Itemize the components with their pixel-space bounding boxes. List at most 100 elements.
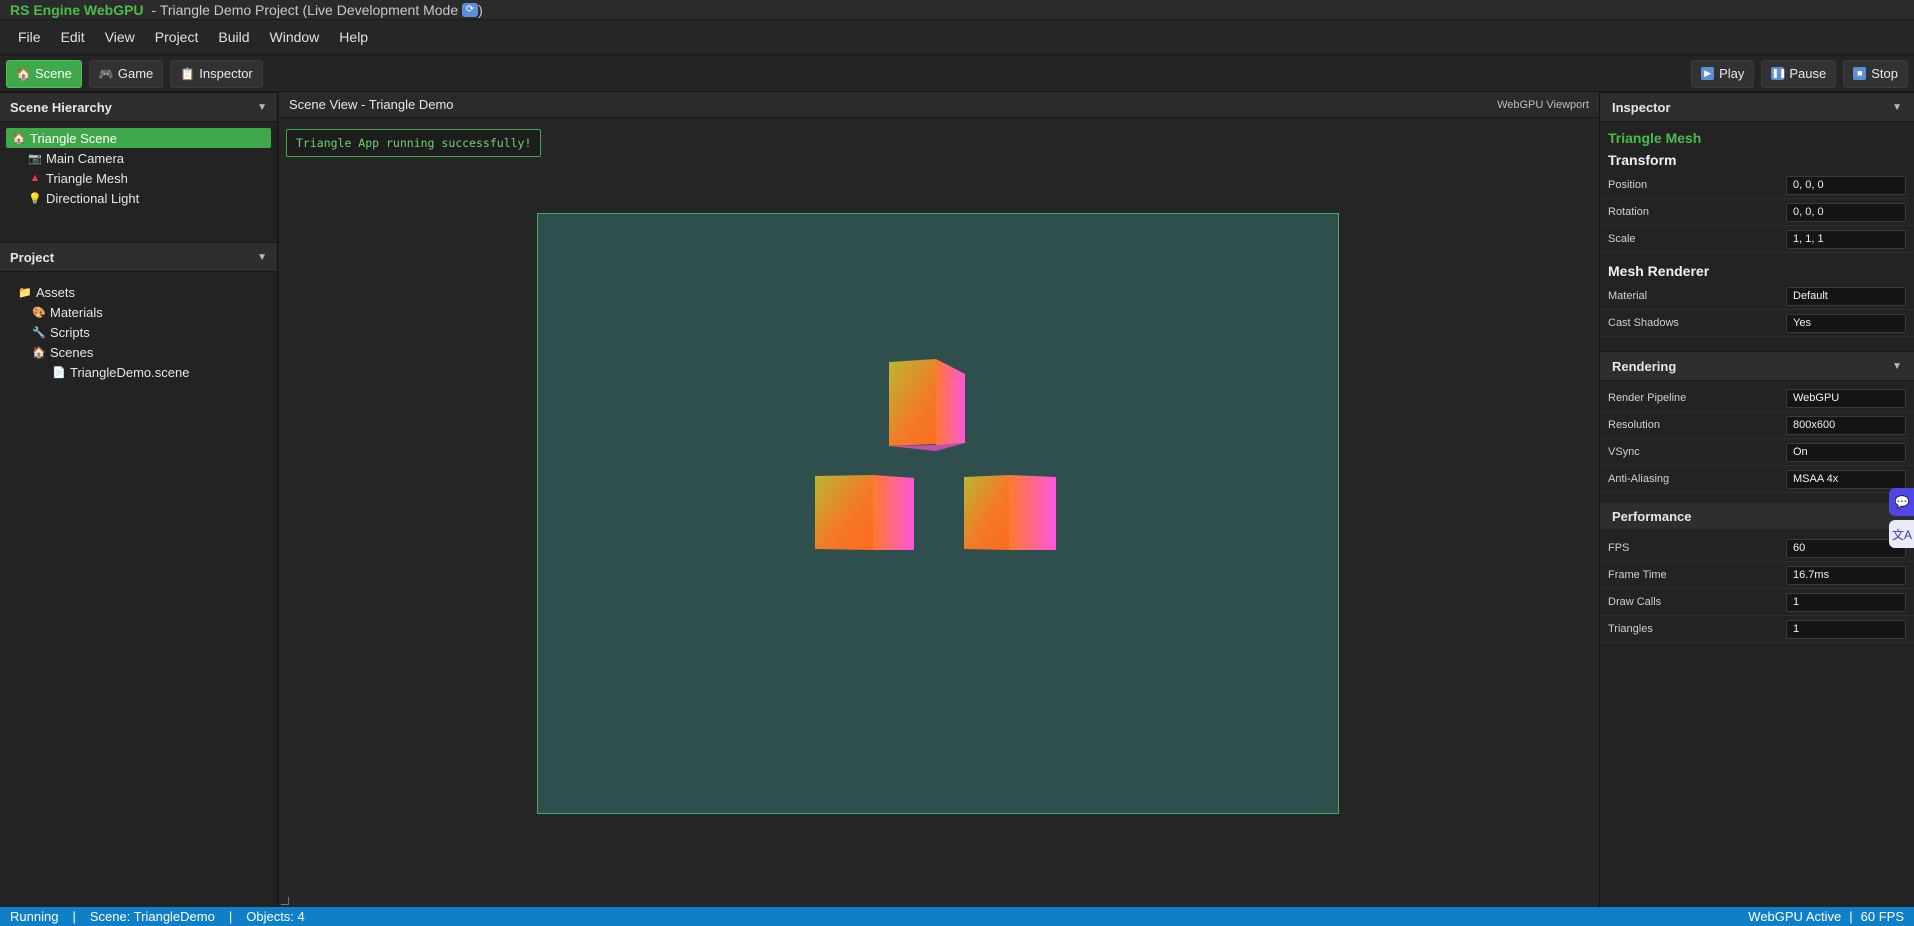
render-pipeline-field[interactable]: WebGPU — [1786, 388, 1906, 408]
scene-view-header: Scene View - Triangle Demo WebGPU Viewpo… — [279, 92, 1599, 118]
inspector-tab-button[interactable]: 📋 Inspector — [170, 59, 263, 88]
project-header[interactable]: Project ▼ — [0, 242, 277, 272]
status-gpu: WebGPU Active — [1748, 909, 1842, 924]
window-subtitle: - Triangle Demo Project (Live Developmen… — [151, 1, 459, 18]
project-tree: 📁 Assets 🎨 Materials 🔧 Scripts 🏠 Scenes … — [0, 272, 277, 388]
viewport-label: WebGPU Viewport — [1497, 98, 1589, 111]
hierarchy-item-directional-light[interactable]: 💡 Directional Light — [6, 188, 271, 208]
scale-field[interactable]: 1, 1, 1 — [1786, 229, 1906, 249]
prop-triangles: Triangles 1 — [1600, 616, 1914, 643]
hierarchy-item-triangle-mesh[interactable]: ▲ Triangle Mesh — [6, 168, 271, 188]
project-item-assets[interactable]: 📁 Assets — [6, 282, 271, 302]
stop-icon: ■ — [1853, 67, 1867, 80]
palette-icon: 🎨 — [32, 306, 46, 319]
prop-render-pipeline: Render Pipeline WebGPU — [1600, 385, 1914, 412]
house-icon: 🏠 — [12, 132, 26, 145]
wrench-icon: 🔧 — [32, 326, 46, 339]
project-item-scenes[interactable]: 🏠 Scenes — [6, 342, 271, 362]
app-title: RS Engine WebGPU — [10, 1, 144, 18]
gamepad-icon: 🎮 — [98, 66, 114, 81]
chat-assistant-icon[interactable]: 💬 — [1889, 488, 1914, 516]
chevron-down-icon[interactable]: ▼ — [1892, 102, 1902, 113]
refresh-icon: ⟳ — [462, 2, 479, 17]
draw-calls-field[interactable]: 1 — [1786, 592, 1906, 612]
scene-view-title: Scene View - Triangle Demo — [289, 97, 454, 112]
title-bar: RS Engine WebGPU - Triangle Demo Project… — [0, 0, 1914, 20]
play-icon: ▶ — [1701, 67, 1715, 80]
anti-aliasing-field[interactable]: MSAA 4x — [1786, 469, 1906, 489]
project-item-triangledemo-scene[interactable]: 📄 TriangleDemo.scene — [6, 362, 271, 382]
project-item-scripts[interactable]: 🔧 Scripts — [6, 322, 271, 342]
menu-edit[interactable]: Edit — [51, 29, 95, 45]
resolution-field[interactable]: 800x600 — [1786, 415, 1906, 435]
translate-icon[interactable]: 文A — [1889, 520, 1914, 548]
prop-frame-time: Frame Time 16.7ms — [1600, 562, 1914, 589]
menu-view[interactable]: View — [95, 29, 145, 45]
menu-project[interactable]: Project — [145, 29, 209, 45]
scene-hierarchy-tree: 🏠 Triangle Scene 📷 Main Camera ▲ Triangl… — [0, 122, 277, 242]
status-scene: Scene: TriangleDemo — [89, 909, 215, 924]
menu-window[interactable]: Window — [260, 29, 330, 45]
cube-bottom-left — [815, 475, 914, 550]
house-icon: 🏠 — [32, 346, 46, 359]
project-item-materials[interactable]: 🎨 Materials — [6, 302, 271, 322]
prop-cast-shadows: Cast Shadows Yes — [1600, 310, 1914, 337]
file-icon: 📄 — [52, 366, 66, 379]
mesh-renderer-title: Mesh Renderer — [1608, 263, 1710, 279]
rendering-header[interactable]: Rendering ▼ — [1600, 351, 1914, 381]
chevron-down-icon[interactable]: ▼ — [1892, 361, 1902, 372]
status-objects: Objects: 4 — [246, 909, 305, 924]
menu-file[interactable]: File — [8, 29, 51, 45]
status-bar: Running | Scene: TriangleDemo | Objects:… — [0, 907, 1914, 926]
resize-grip-icon[interactable] — [281, 897, 289, 905]
prop-rotation: Rotation 0, 0, 0 — [1600, 199, 1914, 226]
prop-resolution: Resolution 800x600 — [1600, 412, 1914, 439]
prop-draw-calls: Draw Calls 1 — [1600, 589, 1914, 616]
prop-anti-aliasing: Anti-Aliasing MSAA 4x — [1600, 466, 1914, 493]
transform-title: Transform — [1608, 152, 1677, 168]
status-message: Triangle App running successfully! — [286, 129, 542, 157]
menu-build[interactable]: Build — [208, 29, 259, 45]
hierarchy-item-main-camera[interactable]: 📷 Main Camera — [6, 148, 271, 168]
material-field[interactable]: Default — [1786, 286, 1906, 306]
pause-button[interactable]: ❚❚ Pause — [1761, 59, 1837, 88]
prop-vsync: VSync On — [1600, 439, 1914, 466]
chevron-down-icon[interactable]: ▼ — [257, 102, 267, 113]
stop-button[interactable]: ■ Stop — [1843, 59, 1908, 88]
house-icon: 🏠 — [16, 66, 31, 81]
game-tab-button[interactable]: 🎮 Game — [88, 59, 164, 88]
menu-help[interactable]: Help — [329, 29, 378, 45]
status-running: Running — [10, 909, 59, 924]
cast-shadows-field[interactable]: Yes — [1786, 313, 1906, 333]
status-fps: 60 FPS — [1860, 909, 1904, 924]
inspector-header[interactable]: Inspector ▼ — [1600, 92, 1914, 122]
scene-hierarchy-header[interactable]: Scene Hierarchy ▼ — [0, 92, 277, 122]
frame-time-field[interactable]: 16.7ms — [1786, 565, 1906, 585]
triangles-field[interactable]: 1 — [1786, 619, 1906, 639]
inspector-panel: Inspector ▼ Triangle Mesh Transform Posi… — [1599, 92, 1914, 907]
left-sidebar: Scene Hierarchy ▼ 🏠 Triangle Scene 📷 Mai… — [0, 92, 278, 907]
hierarchy-item-triangle-scene[interactable]: 🏠 Triangle Scene — [6, 128, 271, 148]
performance-header[interactable]: Performance — [1600, 501, 1914, 531]
position-field[interactable]: 0, 0, 0 — [1786, 175, 1906, 195]
scene-tab-button[interactable]: 🏠 Scene — [6, 59, 82, 88]
rotation-field[interactable]: 0, 0, 0 — [1786, 202, 1906, 222]
prop-position: Position 0, 0, 0 — [1600, 172, 1914, 199]
viewport-canvas[interactable] — [538, 214, 1338, 813]
folder-icon: 📁 — [18, 286, 32, 299]
prop-fps: FPS 60 — [1600, 535, 1914, 562]
menu-bar: File Edit View Project Build Window Help — [0, 20, 1914, 55]
toolbar: 🏠 Scene 🎮 Game 📋 Inspector ▶ Play ❚❚ Pau… — [0, 56, 1914, 92]
clipboard-icon: 📋 — [180, 66, 196, 81]
webgpu-viewport[interactable] — [537, 213, 1339, 814]
vsync-field[interactable]: On — [1786, 442, 1906, 462]
play-button[interactable]: ▶ Play — [1691, 59, 1755, 88]
chevron-down-icon[interactable]: ▼ — [257, 252, 267, 263]
triangle-icon: ▲ — [29, 172, 41, 184]
selected-object-name: Triangle Mesh — [1608, 130, 1702, 146]
fps-field[interactable]: 60 — [1786, 538, 1906, 558]
bulb-icon: 💡 — [28, 192, 42, 205]
cube-bottom-right — [964, 475, 1056, 550]
prop-scale: Scale 1, 1, 1 — [1600, 226, 1914, 253]
pause-icon: ❚❚ — [1771, 67, 1787, 80]
